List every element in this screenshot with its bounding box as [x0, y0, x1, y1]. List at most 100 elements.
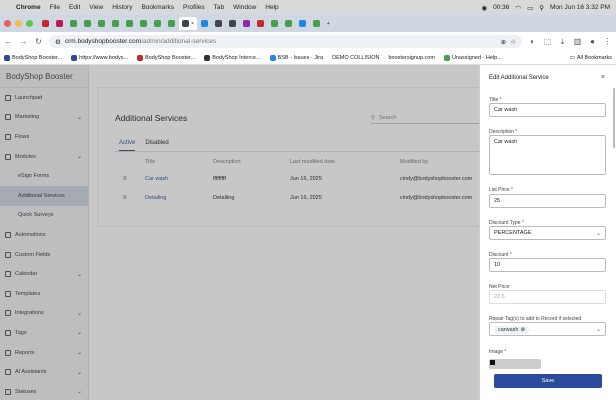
bookmark-label: Unassigned - Help...	[451, 54, 502, 61]
url-host: crm.bodyshopbooster.com	[64, 38, 142, 45]
image-label: Image *	[489, 349, 507, 355]
menu-profiles[interactable]: Profiles	[183, 4, 205, 11]
title-input[interactable]: Car wash	[489, 103, 606, 117]
bookmark-item[interactable]: BodyShop Interce...	[204, 54, 261, 61]
bookmark-item[interactable]: boostersignup.com	[388, 55, 434, 61]
browser-tab[interactable]	[212, 17, 225, 30]
drawer-scrollbar[interactable]	[613, 88, 615, 148]
menu-view[interactable]: View	[89, 4, 103, 11]
modal-backdrop[interactable]	[0, 65, 479, 400]
favicon-icon	[126, 20, 133, 27]
chevron-down-icon: ⌄	[595, 231, 601, 237]
favicon-icon	[42, 20, 49, 27]
download-icon[interactable]: ⤓	[558, 37, 567, 47]
browser-toolbar: ← → ↻ ⚙ crm.bodyshopbooster.com/admin/ad…	[0, 32, 616, 51]
browser-tab[interactable]	[268, 17, 281, 30]
search-icon[interactable]: ⚲	[539, 4, 544, 12]
bookmark-favicon-icon	[204, 54, 211, 61]
favicon-icon	[98, 20, 105, 27]
image-thumbnail[interactable]	[489, 359, 541, 369]
new-tab-button[interactable]: +	[324, 17, 333, 30]
favicon-icon	[242, 20, 250, 27]
datetime[interactable]: Mon Jun 16 3:32 PM	[550, 4, 610, 11]
menu-history[interactable]: History	[112, 4, 132, 11]
status-area: ◉ 00:36 ◠ ▭ ⚲ Mon Jun 16 3:32 PM	[481, 4, 610, 12]
close-tab-icon[interactable]: ×	[191, 21, 194, 27]
discount-type-select[interactable]: PERCENTAGE ⌄	[489, 226, 606, 240]
bookmark-label: BodyShop Booster...	[12, 54, 63, 61]
list-price-label: List Price *	[489, 187, 513, 193]
zoom-icon[interactable]: ⊕	[501, 38, 506, 46]
bookmark-item[interactable]: BodyShop Booster...	[137, 54, 195, 61]
browser-tab[interactable]	[165, 17, 178, 30]
browser-tab[interactable]	[282, 17, 295, 30]
save-button[interactable]: Save	[494, 374, 602, 388]
browser-tab[interactable]	[198, 17, 211, 30]
bookmark-label: BSB - Issues - Jira	[277, 54, 324, 61]
browser-tab[interactable]	[137, 17, 150, 30]
back-icon[interactable]: ←	[4, 37, 13, 46]
favicon-icon	[298, 20, 306, 27]
browser-tab[interactable]	[123, 17, 136, 30]
browser-tab[interactable]	[81, 17, 94, 30]
browser-tab[interactable]	[53, 17, 66, 30]
browser-tab[interactable]	[254, 17, 267, 30]
menu-help[interactable]: Help	[265, 4, 278, 11]
browser-tab[interactable]	[240, 17, 253, 30]
browser-tab[interactable]	[67, 17, 80, 30]
remove-tag-icon[interactable]: ⊗	[520, 327, 525, 333]
timer-readout: 00:36	[493, 4, 510, 11]
wifi-icon[interactable]: ◠	[515, 4, 521, 12]
minimize-window-button[interactable]	[15, 20, 22, 27]
browser-tab[interactable]	[95, 17, 108, 30]
bookmark-favicon-icon	[4, 54, 10, 61]
record-icon[interactable]: ◉	[481, 4, 487, 12]
list-price-input[interactable]: 25	[489, 194, 606, 208]
folder-icon: ▭	[569, 54, 575, 61]
extension-icon[interactable]: ◐	[528, 37, 537, 46]
browser-tab[interactable]	[226, 17, 239, 30]
bookmark-item[interactable]: https://www.bodys...	[71, 54, 129, 61]
favicon-icon	[200, 20, 208, 27]
repair-tags-select[interactable]: carwash ⊗ ⌄	[489, 322, 606, 336]
bookmark-label: BodyShop Interce...	[212, 54, 261, 61]
net-price-input: 22.5	[489, 290, 606, 304]
menu-window[interactable]: Window	[233, 4, 256, 11]
sidebar-icon[interactable]: ▥	[573, 37, 582, 46]
reload-icon[interactable]: ↻	[34, 37, 43, 46]
bookmark-label: https://www.bodys...	[79, 54, 129, 61]
browser-tab[interactable]	[151, 17, 164, 30]
extensions-icon[interactable]: ⬚	[543, 37, 552, 46]
bookmark-item[interactable]: DEMO COLLISION	[332, 55, 379, 61]
description-textarea[interactable]: Car wash	[489, 135, 606, 175]
menu-bookmarks[interactable]: Bookmarks	[141, 4, 174, 11]
bookmark-item[interactable]: BodyShop Booster...	[4, 54, 63, 61]
all-bookmarks[interactable]: ▭ All Bookmarks	[570, 55, 612, 61]
browser-tab[interactable]	[296, 17, 309, 30]
menu-file[interactable]: File	[50, 4, 60, 11]
os-menubar: Chrome File Edit View History Bookmarks …	[0, 0, 616, 15]
bookmark-item[interactable]: Unassigned - Help...	[443, 54, 502, 61]
bookmark-star-icon[interactable]: ☆	[510, 38, 516, 46]
browser-tab[interactable]	[109, 17, 122, 30]
site-info-icon[interactable]: ⚙	[55, 38, 61, 46]
browser-tab[interactable]	[39, 17, 52, 30]
favicon-icon	[270, 20, 278, 27]
menu-kebab-icon[interactable]: ⋮	[603, 37, 612, 46]
bookmark-label: boostersignup.com	[388, 54, 435, 61]
menu-edit[interactable]: Edit	[69, 4, 80, 11]
battery-icon[interactable]: ▭	[527, 4, 533, 12]
bookmark-item[interactable]: BSB - Issues - Jira	[269, 54, 324, 61]
menu-tab[interactable]: Tab	[214, 4, 224, 11]
favicon-icon	[228, 20, 236, 27]
menu-app-name[interactable]: Chrome	[16, 4, 41, 11]
close-window-button[interactable]	[4, 20, 11, 27]
browser-tab[interactable]	[310, 17, 323, 30]
zoom-window-button[interactable]	[26, 20, 33, 27]
forward-icon[interactable]: →	[19, 37, 28, 46]
close-icon[interactable]: ×	[601, 74, 605, 81]
profile-avatar[interactable]: ●	[588, 37, 597, 46]
active-browser-tab[interactable]: ×	[179, 17, 197, 30]
discount-input[interactable]: 10	[489, 258, 606, 272]
address-bar[interactable]: ⚙ crm.bodyshopbooster.com/admin/addition…	[49, 35, 522, 48]
